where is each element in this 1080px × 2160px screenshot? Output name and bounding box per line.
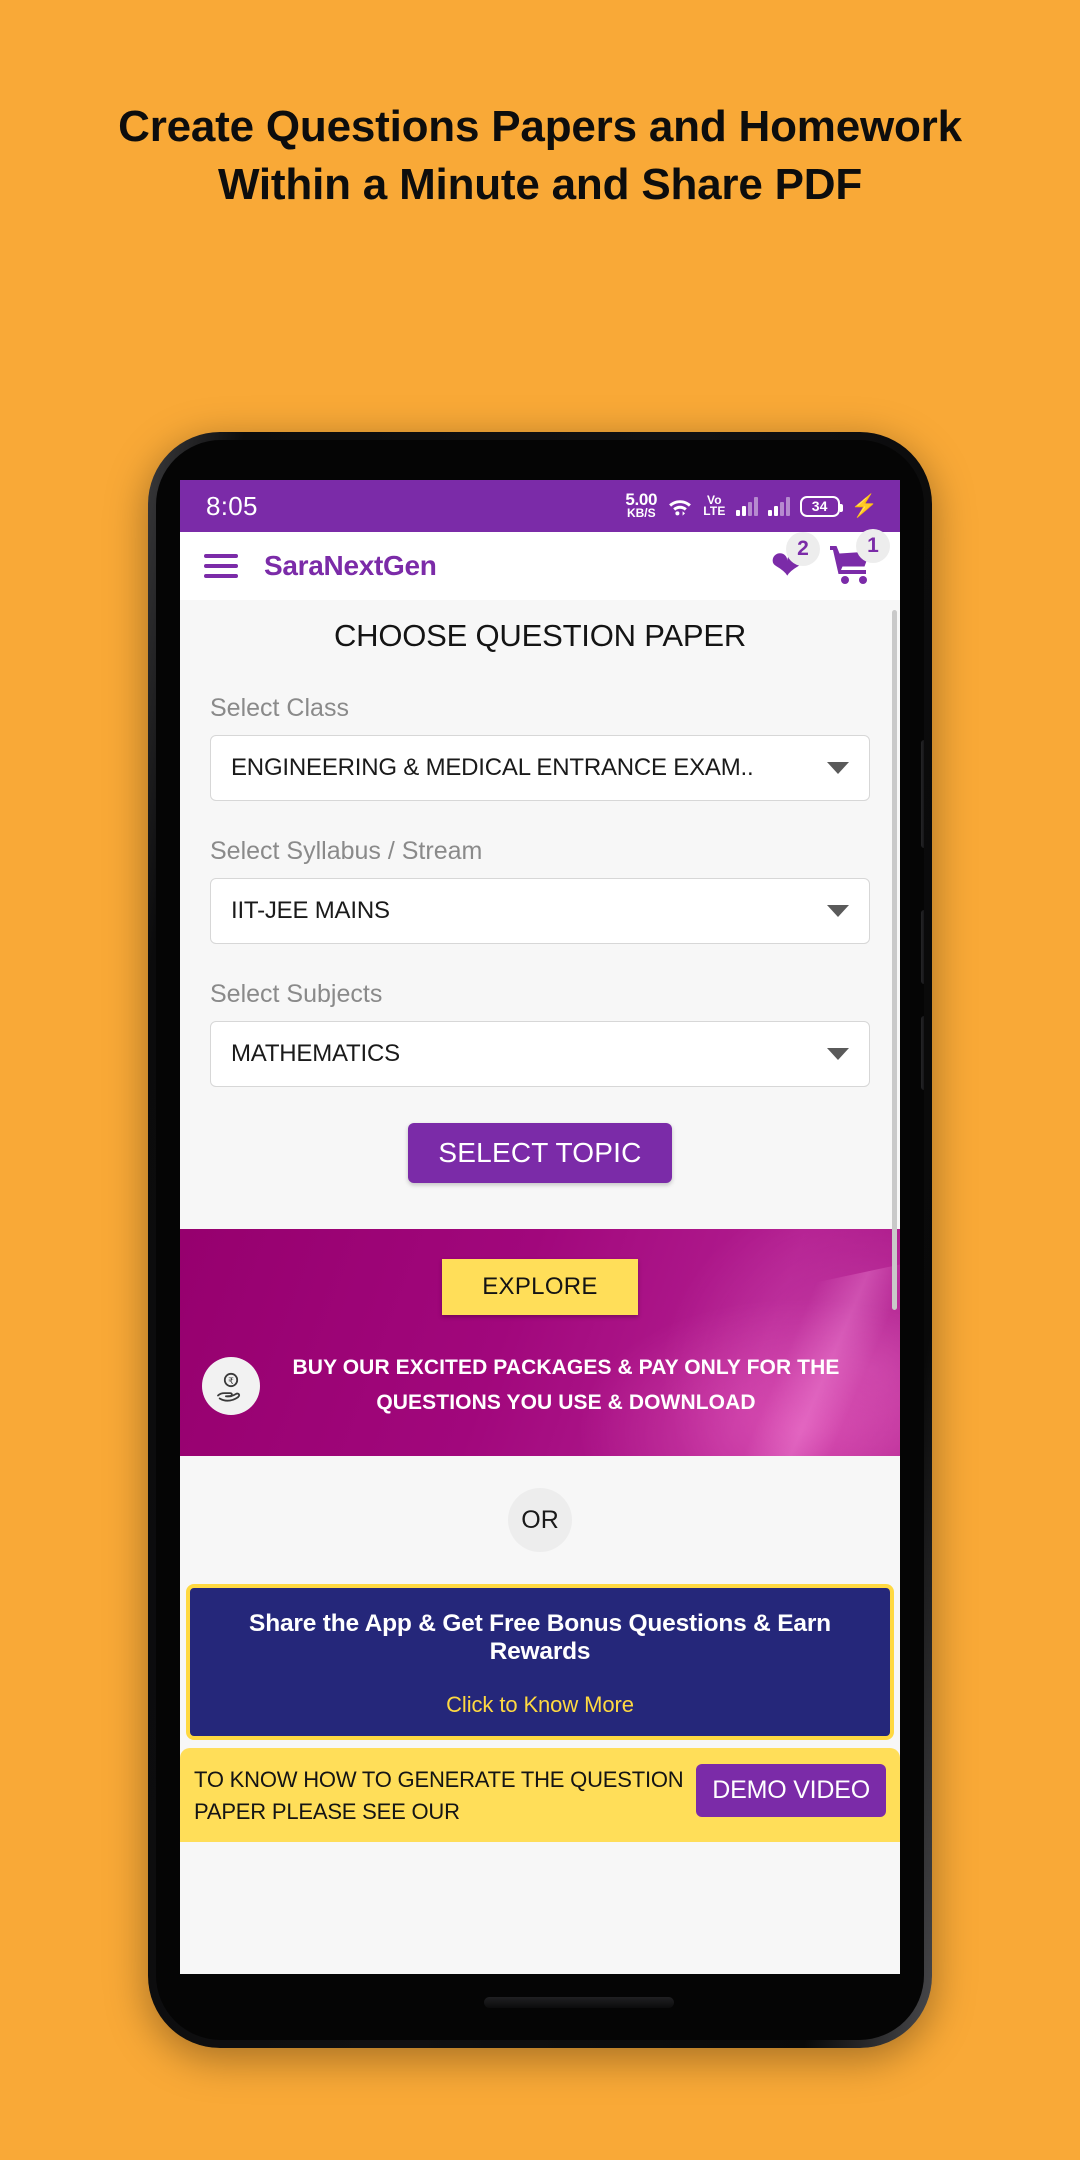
field-select-subjects: Select Subjects MATHEMATICS bbox=[210, 980, 870, 1087]
phone-mockup-frame: 8:05 5.00 KB/S Vo LTE 34 ⚡ SaraNextGen ❤… bbox=[148, 432, 932, 2048]
page-title: CHOOSE QUESTION PAPER bbox=[333, 618, 747, 653]
submit-row: SELECT TOPIC bbox=[210, 1123, 870, 1183]
charging-bolt-icon: ⚡ bbox=[850, 493, 878, 518]
bottom-speaker-grille bbox=[484, 1997, 674, 2008]
wishlist-button[interactable]: ❤ 2 bbox=[770, 532, 820, 586]
signal-bars-sim1-icon bbox=[735, 496, 758, 516]
network-speed-unit: KB/S bbox=[626, 506, 656, 521]
chevron-down-icon bbox=[827, 905, 849, 917]
chevron-down-icon bbox=[827, 762, 849, 774]
select-class-dropdown[interactable]: ENGINEERING & MEDICAL ENTRANCE EXAM.. bbox=[210, 735, 870, 801]
signal-bars-sim2-icon bbox=[767, 496, 790, 516]
field-select-class: Select Class ENGINEERING & MEDICAL ENTRA… bbox=[210, 694, 870, 801]
demo-video-text: TO KNOW HOW TO GENERATE THE QUESTION PAP… bbox=[194, 1767, 684, 1825]
share-banner-title: Share the App & Get Free Bonus Questions… bbox=[249, 1610, 831, 1666]
promo-body: ₹ BUY OUR EXCITED PACKAGES & PAY ONLY FO… bbox=[202, 1351, 878, 1420]
share-banner-container: Share the App & Get Free Bonus Questions… bbox=[180, 1584, 900, 1741]
status-bar: 8:05 5.00 KB/S Vo LTE 34 ⚡ bbox=[180, 480, 900, 532]
label-select-syllabus: Select Syllabus / Stream bbox=[210, 837, 483, 865]
or-label: OR bbox=[508, 1488, 572, 1553]
volte-indicator: Vo LTE bbox=[703, 493, 726, 518]
select-subjects-dropdown[interactable]: MATHEMATICS bbox=[210, 1021, 870, 1087]
vertical-scrollbar[interactable] bbox=[892, 610, 897, 1310]
select-syllabus-dropdown[interactable]: IIT-JEE MAINS bbox=[210, 878, 870, 944]
field-select-syllabus: Select Syllabus / Stream IIT-JEE MAINS bbox=[210, 837, 870, 944]
select-topic-button[interactable]: SELECT TOPIC bbox=[408, 1123, 672, 1183]
explore-button[interactable]: EXPLORE bbox=[442, 1259, 638, 1315]
explore-row: EXPLORE bbox=[202, 1259, 878, 1315]
status-icons: 5.00 KB/S Vo LTE 34 ⚡ bbox=[625, 491, 878, 521]
phone-screen: 8:05 5.00 KB/S Vo LTE 34 ⚡ SaraNextGen ❤… bbox=[180, 480, 900, 1974]
label-select-subjects: Select Subjects bbox=[210, 980, 383, 1008]
phone-volume-button bbox=[921, 740, 924, 848]
chevron-down-icon bbox=[827, 1048, 849, 1060]
cart-button[interactable]: 1 bbox=[828, 528, 890, 590]
wifi-icon bbox=[667, 496, 693, 516]
share-banner-link[interactable]: Click to Know More bbox=[206, 1692, 874, 1718]
svg-text:₹: ₹ bbox=[228, 1377, 234, 1387]
rupee-in-hand-icon: ₹ bbox=[202, 1356, 260, 1415]
phone-bezel: 8:05 5.00 KB/S Vo LTE 34 ⚡ SaraNextGen ❤… bbox=[156, 440, 924, 2040]
phone-extra-button bbox=[921, 1016, 924, 1090]
battery-icon: 34 bbox=[799, 495, 843, 517]
page-content: CHOOSE QUESTION PAPER Select Class ENGIN… bbox=[180, 600, 900, 1974]
phone-power-button bbox=[921, 910, 924, 984]
brand-title: SaraNextGen bbox=[264, 550, 437, 581]
battery-level: 34 bbox=[811, 498, 828, 514]
select-subjects-value: MATHEMATICS bbox=[231, 1040, 400, 1067]
demo-video-button[interactable]: DEMO VIDEO bbox=[696, 1764, 886, 1818]
select-syllabus-value: IIT-JEE MAINS bbox=[231, 897, 390, 924]
packages-promo-banner: EXPLORE ₹ BUY OUR EXCITED PACKAGES & PAY… bbox=[180, 1229, 900, 1456]
network-speed-indicator: 5.00 KB/S bbox=[625, 491, 657, 521]
app-bar-actions: ❤ 2 1 bbox=[770, 528, 890, 590]
question-paper-form: CHOOSE QUESTION PAPER Select Class ENGIN… bbox=[180, 600, 900, 1229]
status-time: 8:05 bbox=[206, 490, 258, 521]
demo-video-bar: TO KNOW HOW TO GENERATE THE QUESTION PAP… bbox=[180, 1748, 900, 1843]
share-app-banner[interactable]: Share the App & Get Free Bonus Questions… bbox=[186, 1584, 894, 1741]
wishlist-badge: 2 bbox=[786, 532, 820, 566]
app-bar: SaraNextGen ❤ 2 1 bbox=[180, 528, 900, 600]
page-headline: Create Questions Papers and Homework Wit… bbox=[118, 102, 962, 210]
cart-badge: 1 bbox=[856, 528, 890, 563]
label-select-class: Select Class bbox=[210, 694, 349, 722]
volte-line2: LTE bbox=[703, 504, 726, 518]
hamburger-menu-icon[interactable] bbox=[204, 554, 238, 578]
or-divider: OR bbox=[180, 1456, 900, 1585]
select-class-value: ENGINEERING & MEDICAL ENTRANCE EXAM.. bbox=[231, 754, 754, 781]
promo-text: BUY OUR EXCITED PACKAGES & PAY ONLY FOR … bbox=[292, 1356, 840, 1414]
